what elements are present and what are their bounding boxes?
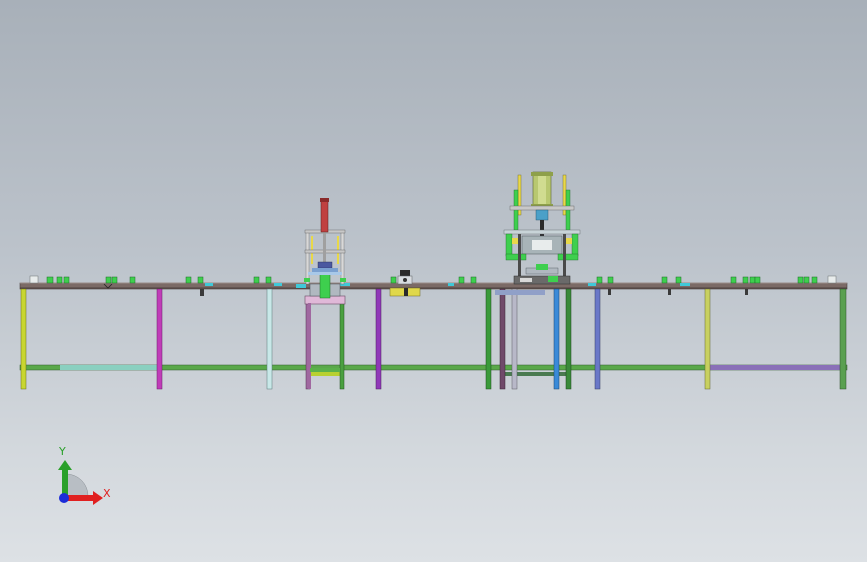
assembly-model[interactable]: Y X — [0, 0, 867, 562]
y-axis-arrow-icon — [58, 460, 72, 470]
table-parts[interactable] — [29, 275, 837, 284]
table-legs[interactable] — [20, 288, 847, 390]
table-top[interactable] — [19, 282, 848, 290]
z-axis-icon — [59, 493, 69, 503]
lower-rail[interactable] — [19, 364, 848, 376]
x-axis-icon — [65, 495, 93, 501]
x-axis-label: X — [103, 487, 111, 500]
left-press-station[interactable] — [296, 198, 346, 389]
cad-viewport[interactable]: Y X — [0, 0, 867, 562]
x-axis-arrow-icon — [93, 491, 103, 505]
y-axis-label: Y — [58, 445, 66, 458]
coordinate-triad: Y X — [58, 445, 111, 505]
right-press-station[interactable] — [495, 171, 581, 295]
triad-arc-icon — [64, 473, 89, 499]
